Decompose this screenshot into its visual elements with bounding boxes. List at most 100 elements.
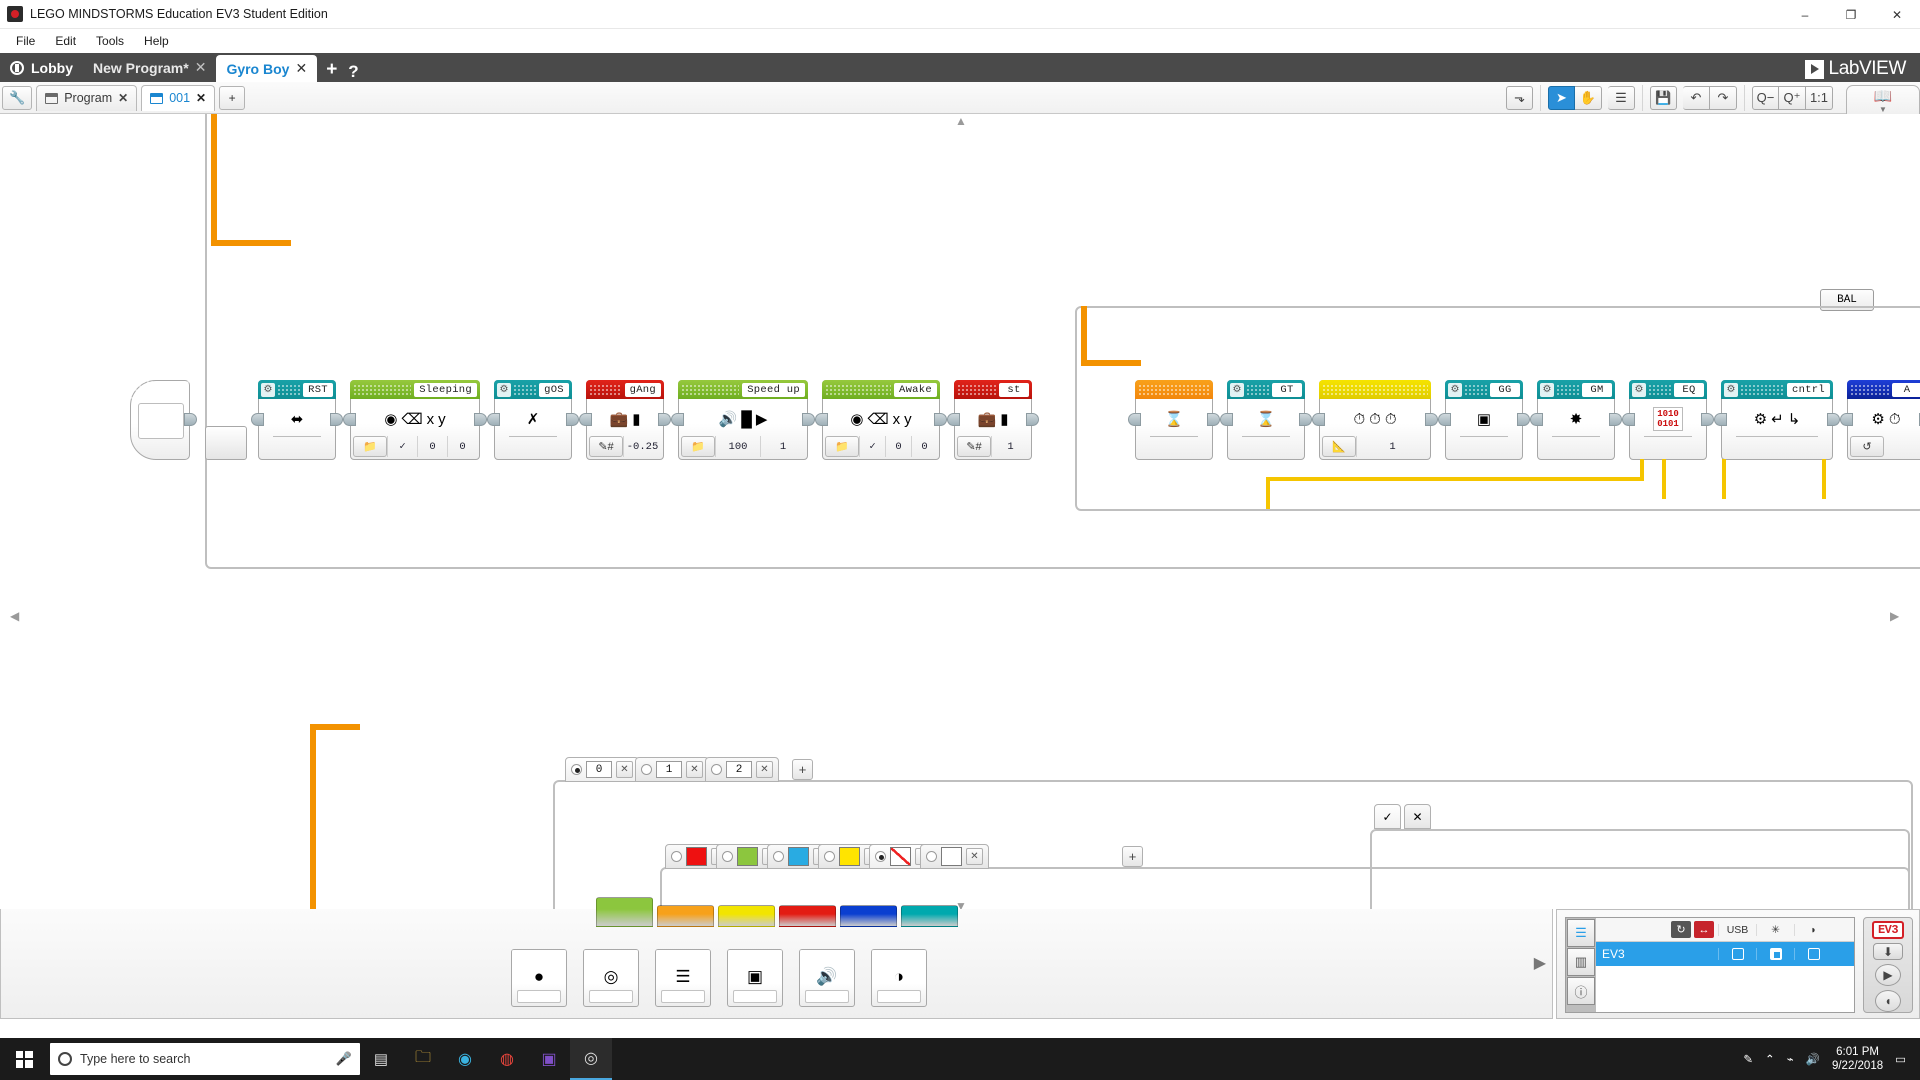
properties-button[interactable]: 🔧 (2, 85, 33, 110)
move-steering-block[interactable]: ◎ (583, 949, 639, 1007)
case-tab-0[interactable]: 0 ✕ (565, 757, 639, 782)
display-sleeping[interactable]: Sleeping ◉ ⌫ x y 📁 ✓ 0 0 (343, 380, 487, 460)
add-tab-button[interactable]: + (317, 58, 346, 82)
close-icon[interactable]: ✕ (196, 91, 206, 105)
menu-tools[interactable]: Tools (86, 31, 134, 51)
download-button[interactable]: ⬇ (1873, 943, 1903, 960)
add-case-button[interactable]: + (792, 759, 813, 780)
chevron-up-icon[interactable]: ⌃ (1765, 1052, 1775, 1066)
close-icon[interactable]: ✕ (966, 848, 983, 865)
palette-scroll-right[interactable]: ▶ (1534, 953, 1546, 973)
close-icon[interactable]: ✕ (616, 761, 633, 778)
pen-icon[interactable]: ✎ (1743, 1052, 1753, 1066)
case-radio[interactable] (926, 851, 937, 862)
page-setup-icon[interactable]: ⬎ (1506, 85, 1533, 110)
checkbox[interactable] (1731, 948, 1744, 960)
timer-gt[interactable]: ⚙ GT ⌛ (1220, 380, 1312, 460)
sound-block[interactable]: 🔊 (799, 949, 855, 1007)
volume-icon[interactable]: 🔊 (1806, 1052, 1820, 1066)
zoom-reset-icon[interactable]: 1:1 (1806, 85, 1833, 110)
color-case-tab-5[interactable]: ✕ (920, 844, 989, 869)
list-icon[interactable]: ☰ (1567, 919, 1595, 947)
display-block[interactable]: ▣ (727, 949, 783, 1007)
page-tab-program[interactable]: Program ✕ (36, 84, 138, 111)
scroll-left-arrow[interactable]: ◀ (10, 609, 19, 623)
close-icon[interactable]: ✕ (756, 761, 773, 778)
parameter-value-1[interactable]: 0 (417, 436, 447, 457)
add-color-case-button[interactable]: + (1122, 846, 1143, 867)
timer-reset-read[interactable]: ⏱ ⏱ ⏱ 📐 1 (1312, 380, 1438, 460)
tab-lobby[interactable]: Lobby (0, 53, 83, 82)
timer-wait[interactable]: ⌛ (1128, 380, 1220, 460)
start-button[interactable] (0, 1038, 48, 1080)
flow-tab[interactable] (657, 905, 714, 927)
variable-reset[interactable]: ⚙ RST ⬌ (251, 380, 343, 460)
variable-st[interactable]: st 💼 ▮ ✎# 1 (947, 380, 1039, 460)
zoom-in-icon[interactable]: Q⁺ (1779, 85, 1806, 110)
case-tab-true[interactable]: ✓ (1374, 804, 1401, 829)
parameter-value-0[interactable]: 1 (991, 436, 1029, 457)
taskview-button[interactable]: ▤ (360, 1038, 402, 1080)
case-radio[interactable] (641, 764, 652, 775)
gyro-gg[interactable]: ⚙ GG ▣ (1438, 380, 1530, 460)
case-tab-2[interactable]: 2 ✕ (705, 757, 779, 782)
menu-help[interactable]: Help (134, 31, 179, 51)
maximize-button[interactable]: ❐ (1828, 0, 1874, 29)
add-page-button[interactable]: + (219, 85, 246, 110)
zoom-out-icon[interactable]: Q− (1752, 85, 1779, 110)
data-tab[interactable] (779, 905, 836, 927)
parameter-value-0[interactable]: ✓ (859, 436, 885, 457)
close-icon[interactable]: ✕ (295, 60, 307, 77)
clock[interactable]: 6:01 PM 9/22/2018 (1832, 1045, 1883, 1073)
device-row-ev3[interactable]: EV3 (1596, 942, 1854, 966)
encoder-eq[interactable]: ⚙ EQ 1010 0101 (1622, 380, 1714, 460)
tab-gyro-boy[interactable]: Gyro Boy ✕ (216, 55, 318, 82)
edge-button[interactable]: ◉ (444, 1038, 486, 1080)
checkbox[interactable] (1769, 948, 1782, 960)
parameter-mode-button[interactable]: ✎# (589, 436, 623, 457)
checkbox[interactable] (1807, 948, 1820, 960)
vscode-button[interactable]: ▣ (528, 1038, 570, 1080)
network-icon[interactable]: ⌁ (1787, 1052, 1794, 1066)
ev3-software-button[interactable]: ◎ (570, 1038, 612, 1080)
case-radio[interactable] (773, 851, 784, 862)
close-button[interactable]: ✕ (1874, 0, 1920, 29)
brick-status-light-block[interactable]: ◑ (871, 949, 927, 1007)
info-icon[interactable]: ⓘ (1567, 977, 1595, 1005)
parameter-mode-button[interactable]: ✎# (957, 436, 991, 457)
parameter-mode-button[interactable]: 📁 (825, 436, 859, 457)
case-tab-1[interactable]: 1 ✕ (635, 757, 709, 782)
notifications-icon[interactable]: ▭ (1895, 1052, 1906, 1066)
parameter-value-2[interactable]: 0 (911, 436, 937, 457)
program-canvas[interactable]: ▲ ▼ ◀ ▶ BAL ⚙ RST ⬌ Sleeping ◉ ⌫ x y 📁 ✓ 0 0 ⚙ gOS ✗ gA… (0, 114, 1920, 909)
variable-gang[interactable]: gAng 💼 ▮ ✎# -0.25 (579, 380, 671, 460)
gyro-os-reset[interactable]: ⚙ gOS ✗ (487, 380, 579, 460)
search-box[interactable]: Type here to search 🎤 (50, 1043, 360, 1075)
display-awake[interactable]: Awake ◉ ⌫ x y 📁 ✓ 0 0 (815, 380, 947, 460)
close-icon[interactable]: ✕ (195, 59, 207, 76)
run-selected-button[interactable]: ◖ (1875, 990, 1901, 1012)
scroll-right-arrow[interactable]: ▶ (1890, 609, 1899, 623)
close-icon[interactable]: ✕ (118, 91, 128, 105)
comment-tool-icon[interactable]: ☰ (1608, 85, 1635, 110)
sound-speed-up[interactable]: Speed up 🔊 █ ▶ 📁 100 1 (671, 380, 815, 460)
microphone-icon[interactable]: 🎤 (336, 1051, 352, 1067)
redo-icon[interactable]: ↷ (1710, 85, 1737, 110)
menu-edit[interactable]: Edit (45, 31, 86, 51)
motor-cntrl[interactable]: ⚙ cntrl ⚙ ↵ ↳ (1714, 380, 1840, 460)
case-value[interactable]: 2 (726, 761, 752, 778)
pan-tool-icon[interactable]: ✋ (1575, 85, 1602, 110)
download-and-run-button[interactable]: ▶ (1875, 964, 1901, 986)
case-radio[interactable] (722, 851, 733, 862)
case-value[interactable]: 1 (656, 761, 682, 778)
parameter-value-0[interactable]: 100 (715, 436, 760, 457)
case-radio[interactable] (671, 851, 682, 862)
action-tab[interactable] (596, 897, 653, 927)
advanced-tab[interactable] (840, 905, 897, 927)
case-radio[interactable] (824, 851, 835, 862)
close-icon[interactable]: ✕ (686, 761, 703, 778)
undo-icon[interactable]: ↶ (1683, 85, 1710, 110)
save-icon[interactable]: 💾 (1650, 85, 1677, 110)
pointer-tool-icon[interactable]: ➤ (1548, 85, 1575, 110)
case-radio[interactable] (711, 764, 722, 775)
